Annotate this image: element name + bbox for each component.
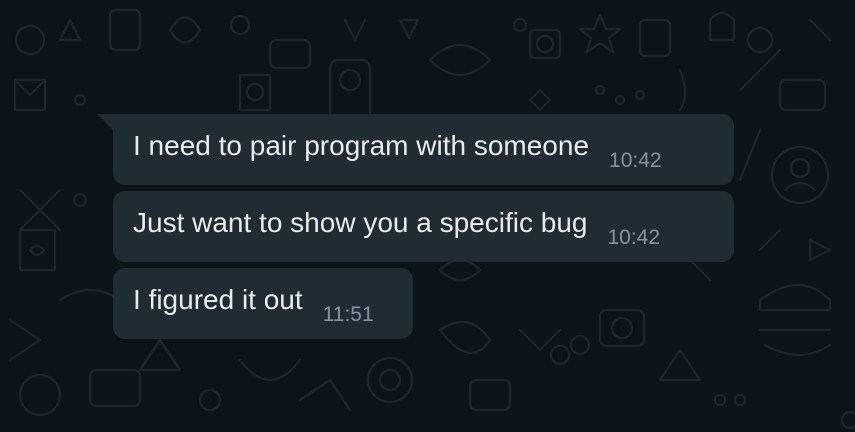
message-text: I need to pair program with someone	[133, 130, 590, 161]
message-bubble[interactable]: I need to pair program with someone 10:4…	[97, 114, 734, 185]
bubble-tail	[97, 114, 113, 130]
message-timestamp: 10:42	[609, 149, 662, 172]
message-timestamp: 10:42	[607, 226, 661, 249]
message-bubble[interactable]: Just want to show you a specific bug 10:…	[113, 191, 734, 262]
message-text: I figured it out	[133, 284, 303, 315]
message-timestamp: 11:51	[322, 303, 374, 326]
message-bubble[interactable]: I figured it out 11:51	[113, 268, 413, 339]
message-list: I need to pair program with someone 10:4…	[0, 0, 855, 432]
message-text: Just want to show you a specific bug	[133, 207, 588, 238]
